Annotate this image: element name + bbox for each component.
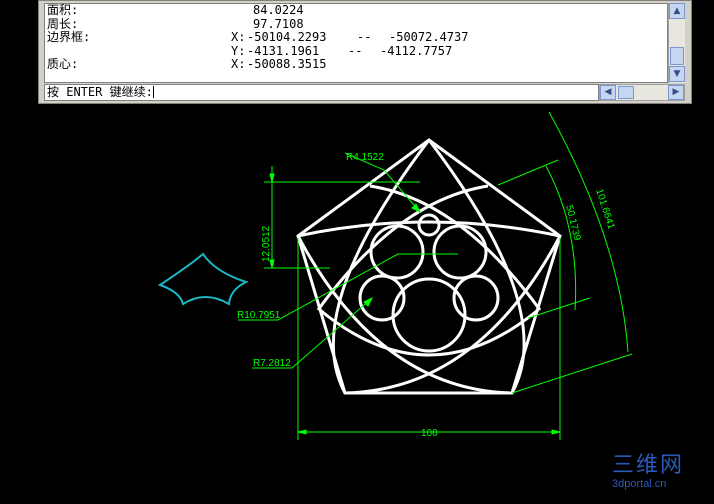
dim-r-small: R7.2812 (253, 358, 291, 369)
circle-bottom-large (391, 277, 467, 353)
cyan-star-outline (157, 252, 249, 306)
circle-top-small (417, 213, 441, 237)
circle-mid-right (432, 224, 488, 280)
arc-right-b (344, 235, 562, 395)
dim-height: 12.0512 (261, 225, 272, 262)
dim-r-top: R4.1522 (346, 152, 384, 163)
dim-width: 100 (421, 428, 438, 439)
dim-arc-inner: 50.1739 (563, 204, 583, 242)
site-watermark: 三维网 3dportal.cn (612, 453, 710, 491)
circle-mid-left (369, 224, 425, 280)
arc-left-b (296, 235, 513, 395)
watermark-url: 3dportal.cn (612, 478, 667, 490)
pentagon-geometry (296, 138, 562, 395)
watermark-logo-text: 三维网 (612, 453, 685, 478)
dim-arc-outer: 101.6641 (593, 188, 616, 231)
dimension-lines (238, 111, 633, 440)
cad-drawing-area[interactable]: R4.1522 R10.7951 R7.2812 12.0512 100 101… (0, 0, 714, 504)
dim-r-large: R10.7951 (237, 310, 281, 321)
